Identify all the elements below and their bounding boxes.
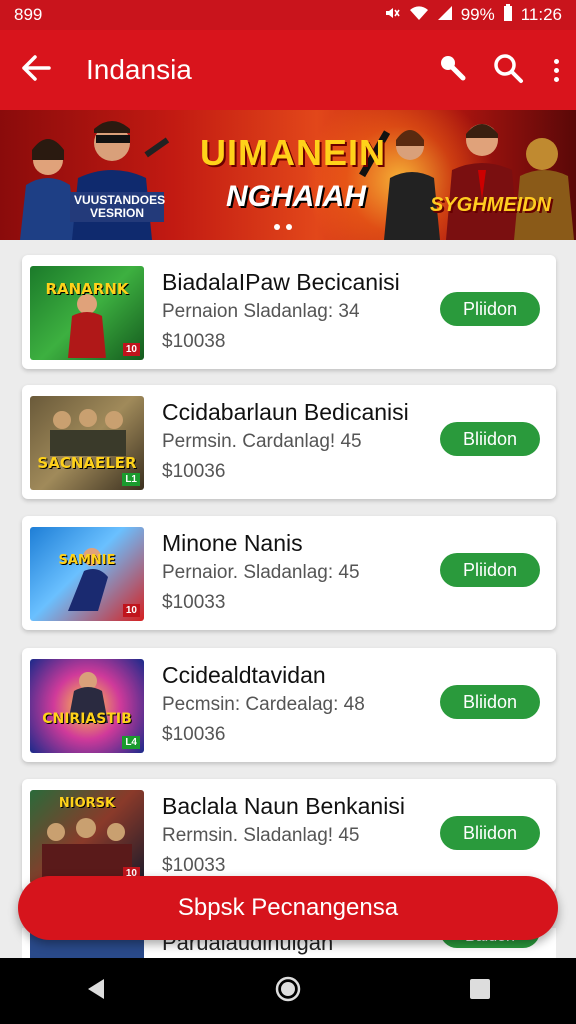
back-button[interactable] (0, 30, 72, 110)
item-action-button[interactable]: Pliidon (440, 553, 540, 587)
wrench-icon (437, 53, 467, 88)
item-thumbnail: RANARNK 10 (30, 266, 144, 360)
list-item[interactable]: CNIRIASTIB L4 Ccidealdtavidan Pecmsin: C… (22, 648, 556, 762)
promo-banner[interactable]: UIMANEIN NGHAIAH VUUSTANDOES VESRION SYG… (0, 110, 576, 240)
status-left-text: 899 (14, 5, 43, 24)
battery-percent: 99% (460, 5, 495, 24)
system-nav-bar (0, 958, 576, 1024)
status-bar: 899 99% 11:26 (0, 0, 576, 30)
triangle-back-icon (86, 978, 106, 1005)
search-icon (492, 52, 524, 89)
thumbnail-badge: 10 (122, 604, 140, 617)
thumbnail-label: SACNAELER (37, 454, 137, 472)
banner-character-armor (514, 138, 574, 240)
status-right: 99% 11:26 (383, 3, 562, 27)
thumbnail-label: SAMNIE (58, 553, 116, 568)
mute-icon (383, 4, 401, 27)
thumbnail-character (50, 409, 126, 456)
nav-recents-button[interactable] (450, 961, 510, 1021)
banner-character-gunner (359, 130, 440, 240)
circle-home-icon (275, 976, 301, 1007)
item-title: Ccidealdtavidan (162, 662, 326, 688)
item-thumbnail: SACNAELER L1 (30, 396, 144, 490)
banner-tag-left: VUUSTANDOES VESRION (70, 192, 165, 223)
tool-button[interactable] (424, 30, 480, 110)
item-action-button[interactable]: Bliidon (440, 685, 540, 719)
thumbnail-character (42, 818, 132, 880)
item-title: Baclala Naun Benkanisi (162, 793, 405, 819)
item-title: Ccidabarlaun Bedicanisi (162, 399, 409, 425)
thumbnail-label: CNIRIASTIB (42, 711, 132, 727)
item-thumbnail: SAMNIE 10 (30, 527, 144, 621)
signal-icon (437, 5, 453, 26)
item-meta: Pecmsin: Cardealag: 48 (162, 694, 365, 715)
item-price: $10033 (162, 592, 226, 613)
thumbnail-badge: L4 (122, 736, 140, 749)
thumbnail-character (68, 294, 106, 358)
list-item[interactable]: SACNAELER L1 Ccidabarlaun Bedicanisi Per… (22, 385, 556, 499)
arrow-left-icon (21, 54, 51, 86)
item-title: Minone Nanis (162, 530, 303, 556)
item-price: $10036 (162, 461, 226, 482)
battery-icon (503, 3, 513, 27)
banner-tag-right: SYGHMEIDN (430, 194, 552, 216)
item-action-button[interactable]: Pliidon (440, 292, 540, 326)
item-price: $10036 (162, 724, 226, 745)
item-action-button[interactable]: Bliidon (440, 422, 540, 456)
item-title: BiadalaIPaw Becicanisi (162, 269, 400, 295)
item-action-button[interactable]: Bliidon (440, 816, 540, 850)
item-thumbnail: CNIRIASTIB L4 (30, 659, 144, 753)
item-meta: Pernaior. Sladanlag: 45 (162, 562, 360, 583)
nav-home-button[interactable] (258, 961, 318, 1021)
list-item[interactable]: SAMNIE 10 Minone Nanis Pernaior. Sladanl… (22, 516, 556, 630)
more-options-icon[interactable] (536, 30, 576, 110)
banner-subheadline: NGHAIAH (226, 180, 366, 213)
item-meta: Rermsin. Sladanlag! 45 (162, 825, 360, 846)
item-thumbnail: NIORSK 10 (30, 790, 144, 884)
item-price: $10033 (162, 855, 226, 876)
banner-headline: UIMANEIN (200, 132, 386, 173)
list-item[interactable]: RANARNK 10 BiadalaIPaw Becicanisi Pernai… (22, 255, 556, 369)
clock: 11:26 (520, 5, 562, 24)
item-meta: Pernaion Sladanlag: 34 (162, 301, 360, 322)
app-bar: Indansia (0, 30, 576, 110)
thumbnail-label: RANARNK (45, 280, 129, 298)
banner-pager (274, 224, 292, 230)
thumbnail-badge: 10 (122, 343, 140, 356)
thumbnail-label: NIORSK (58, 796, 116, 811)
item-price: $10038 (162, 331, 226, 352)
item-meta: Permsin. Cardanlag! 45 (162, 431, 362, 452)
nav-back-button[interactable] (66, 961, 126, 1021)
square-recents-icon (469, 978, 491, 1005)
thumbnail-badge: L1 (122, 473, 140, 486)
page-title: Indansia (86, 54, 192, 85)
primary-action-button[interactable]: Sbpsk Pecnangensa (18, 876, 558, 940)
wifi-icon (409, 5, 429, 26)
search-button[interactable] (480, 30, 536, 110)
